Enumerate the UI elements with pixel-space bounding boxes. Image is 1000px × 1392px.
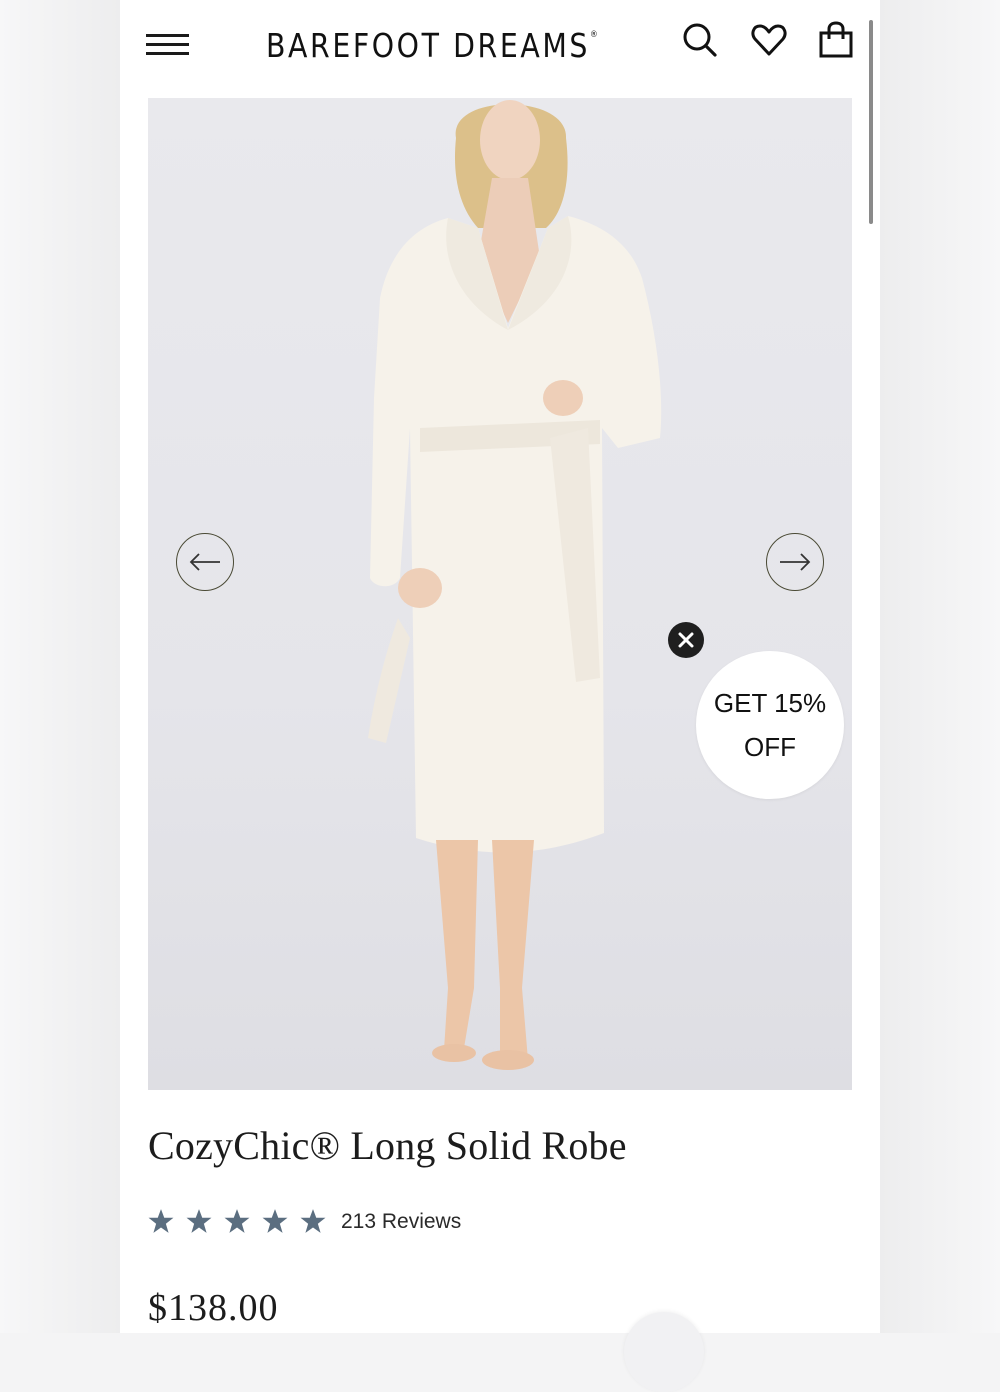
bag-icon[interactable]	[816, 20, 856, 60]
discount-promo-button[interactable]: GET 15% OFF	[696, 651, 844, 799]
search-icon[interactable]	[680, 20, 720, 60]
heart-icon[interactable]	[749, 20, 789, 60]
product-image	[148, 98, 852, 1090]
site-header: BAREFOOT DREAMS®	[120, 0, 880, 92]
brand-registered-mark: ®	[590, 30, 601, 40]
arrow-left-icon[interactable]	[176, 533, 234, 591]
left-backdrop	[0, 0, 120, 1333]
brand-logo[interactable]: BAREFOOT DREAMS®	[266, 26, 598, 66]
star-icon	[262, 1209, 288, 1233]
scrollbar[interactable]	[869, 20, 873, 224]
rating-stars[interactable]	[148, 1208, 326, 1238]
star-icon	[224, 1209, 250, 1233]
right-backdrop	[880, 0, 1000, 1333]
promo-line-2: OFF	[744, 732, 796, 762]
menu-icon[interactable]	[146, 30, 190, 60]
reviews-link[interactable]: 213 Reviews	[341, 1210, 461, 1234]
product-title: CozyChic® Long Solid Robe	[148, 1123, 627, 1168]
arrow-right-icon[interactable]	[766, 533, 824, 591]
close-icon[interactable]	[668, 622, 704, 658]
star-icon	[300, 1209, 326, 1233]
star-icon	[148, 1209, 174, 1233]
brand-name: BAREFOOT DREAMS	[266, 26, 591, 65]
promo-line-1: GET 15%	[713, 688, 827, 718]
product-price: $138.00	[148, 1287, 279, 1329]
model-in-robe-illustration	[368, 100, 662, 1070]
chat-bubble[interactable]	[624, 1312, 704, 1392]
star-icon	[186, 1209, 212, 1233]
